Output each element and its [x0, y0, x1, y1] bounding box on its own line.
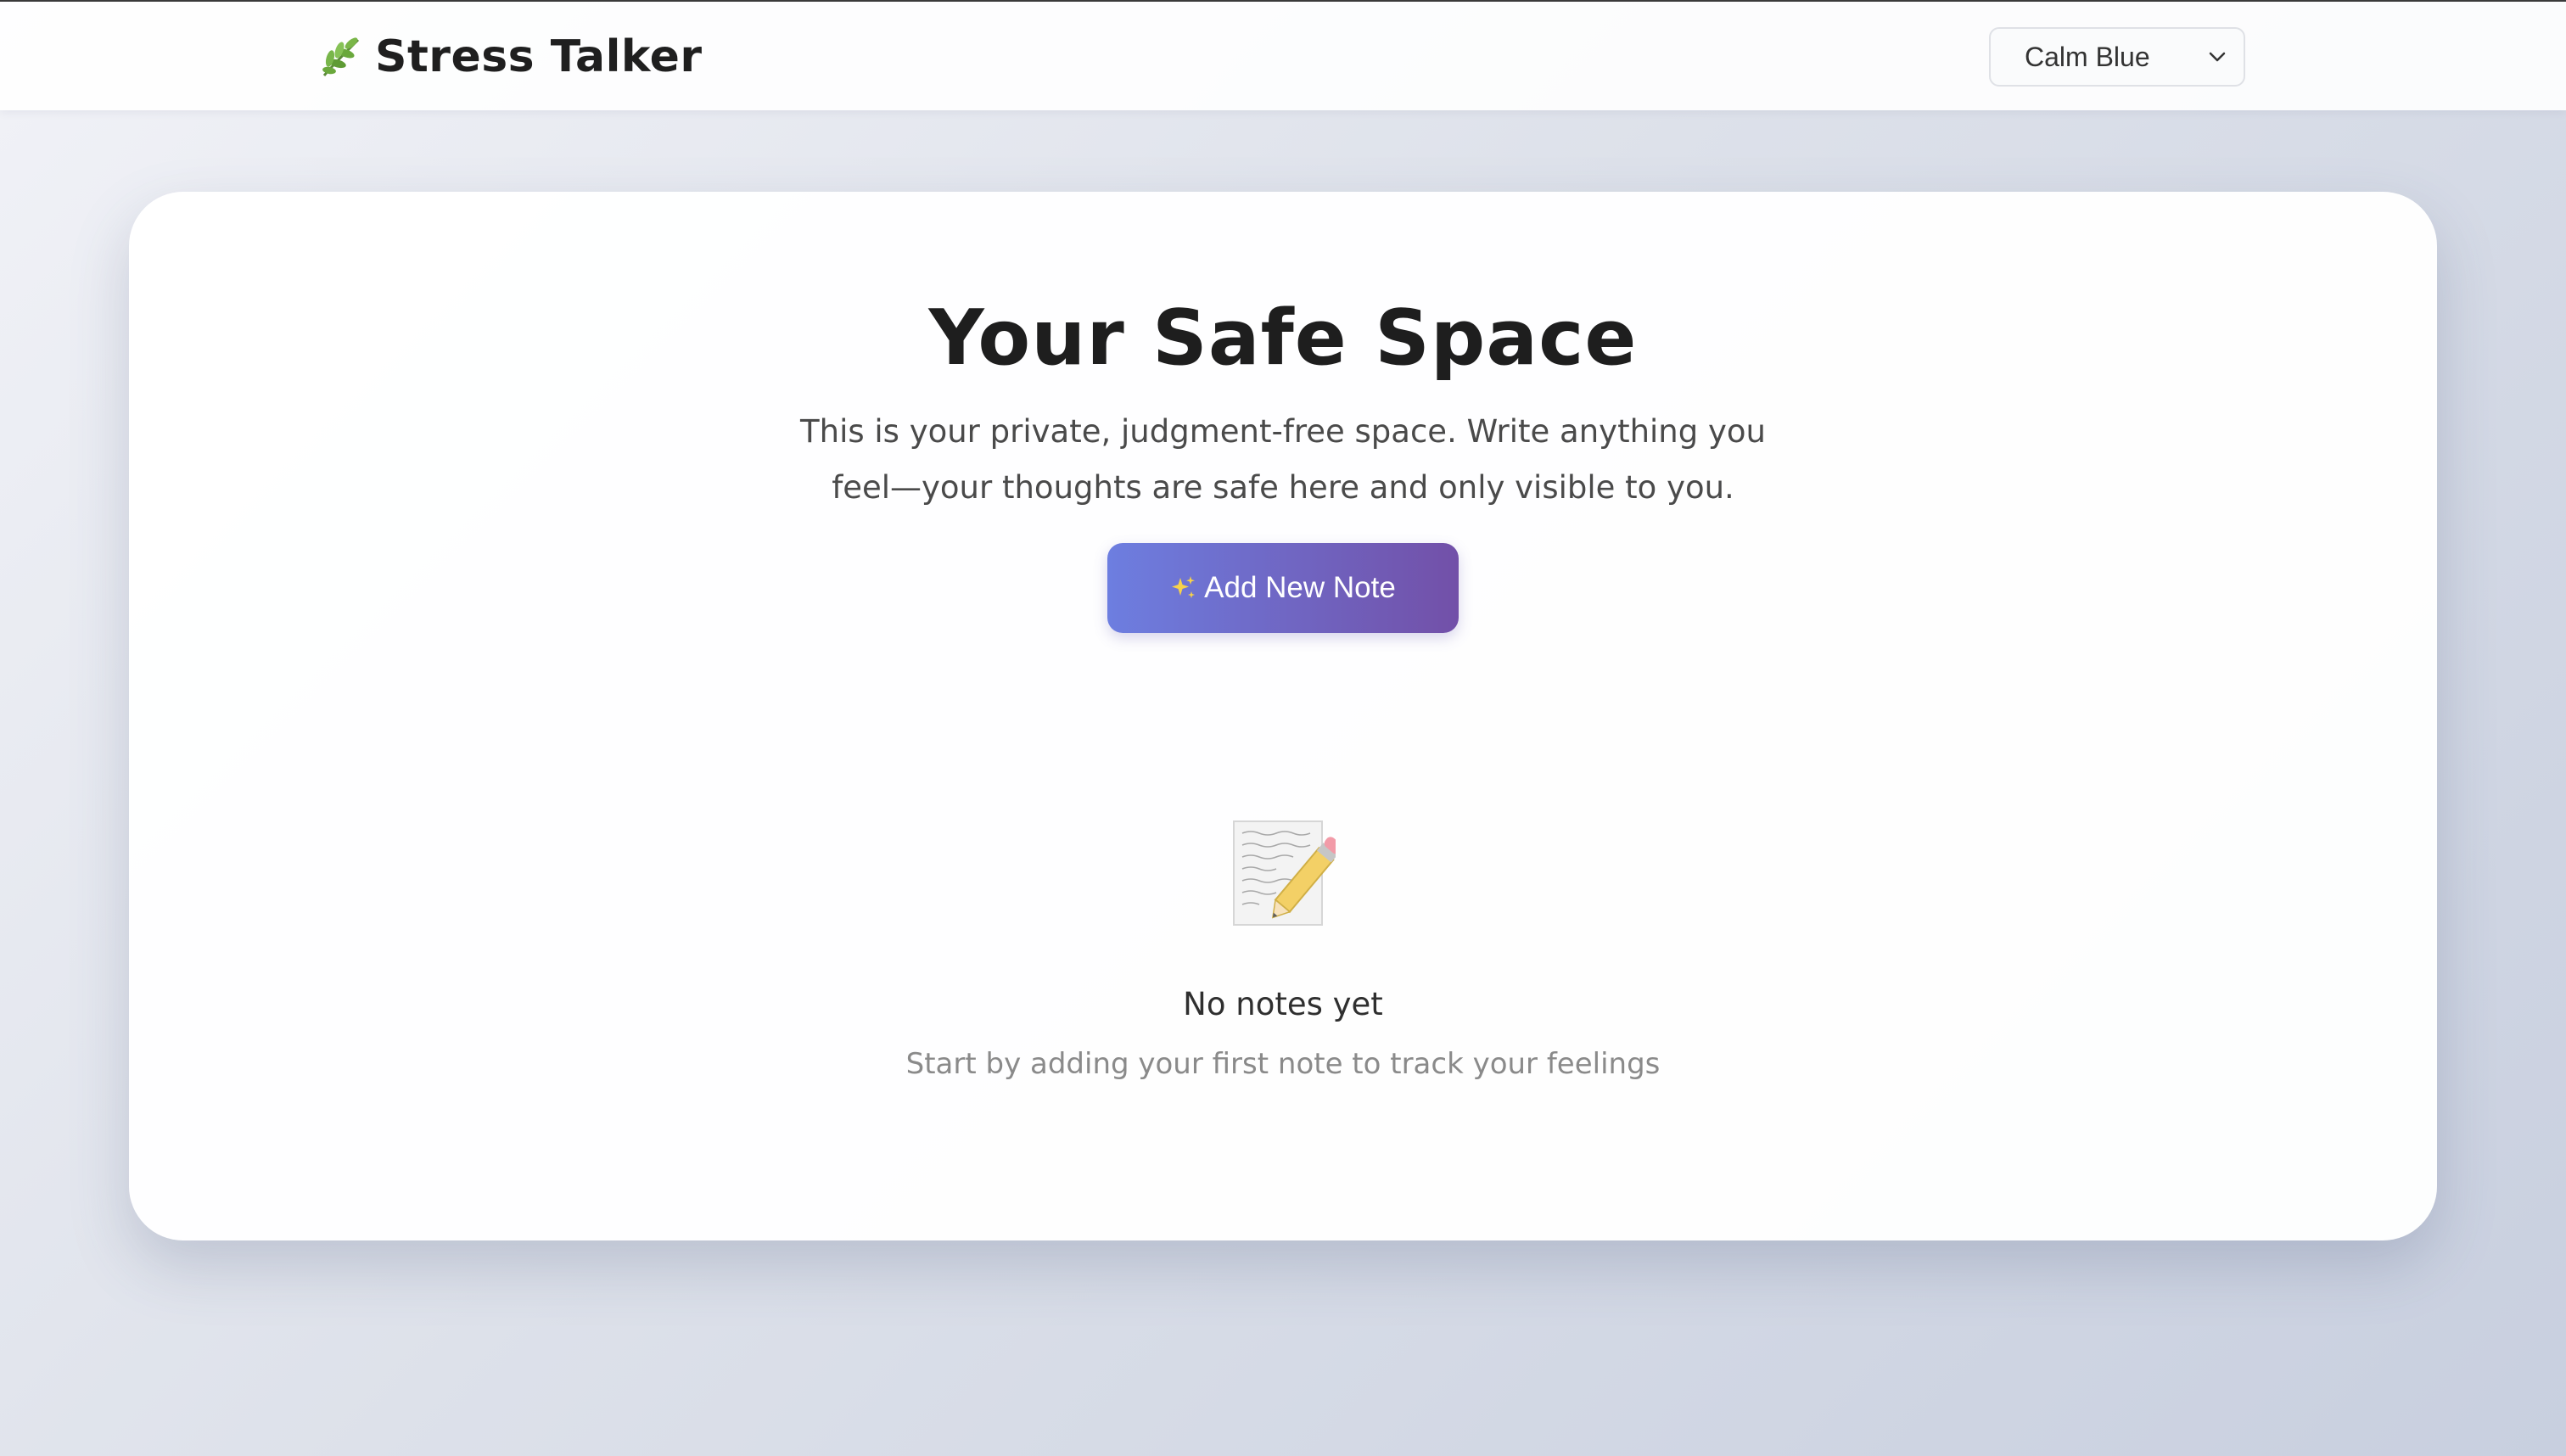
- chevron-down-icon: [2209, 52, 2226, 62]
- safe-space-card: Your Safe Space This is your private, ju…: [129, 192, 2437, 1240]
- add-new-note-button[interactable]: Add New Note: [1107, 543, 1459, 633]
- sparkles-icon: [1172, 576, 1196, 598]
- brand[interactable]: Stress Talker: [317, 27, 703, 87]
- theme-select[interactable]: Calm Blue: [1989, 27, 2245, 87]
- add-new-note-label: Add New Note: [1204, 571, 1396, 604]
- app-title: Stress Talker: [375, 31, 703, 82]
- empty-state-title: No notes yet: [1183, 986, 1383, 1022]
- memo-pencil-icon: [1233, 820, 1336, 926]
- theme-select-value: Calm Blue: [2025, 41, 2150, 72]
- page-title: Your Safe Space: [928, 294, 1638, 383]
- empty-state-subtitle: Start by adding your first note to track…: [905, 1047, 1661, 1081]
- top-navbar: Stress Talker Calm Blue: [0, 2, 2566, 110]
- herb-leaf-icon: [322, 37, 360, 76]
- page-description: This is your private, judgment-free spac…: [800, 413, 1766, 506]
